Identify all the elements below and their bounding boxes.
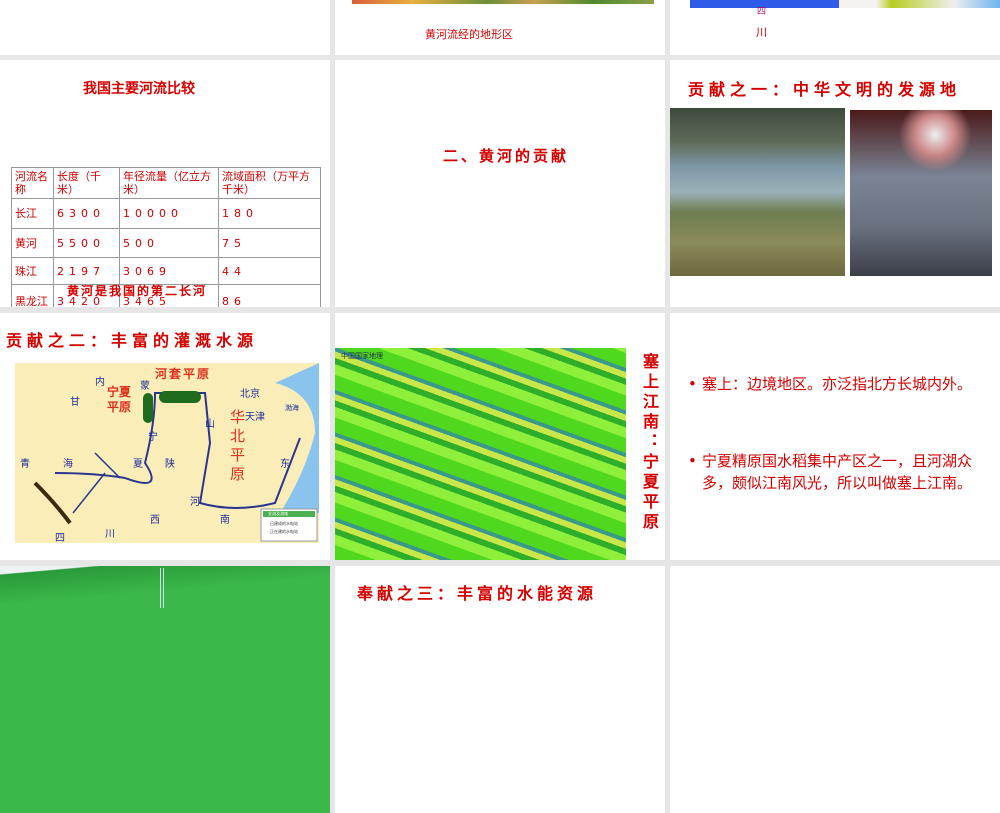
map-label: 川 — [105, 529, 115, 540]
map-label: 天津 — [245, 412, 265, 423]
slide-thumbnail-9[interactable]: 塞上：边境地区。亦泛指北方长城内外。 宁夏精原国水稻集中产区之一，且河湖众多，颇… — [670, 313, 1000, 560]
table-row: 黄河 5500 500 75 — [11, 228, 321, 258]
cell: 珠江 — [11, 257, 54, 285]
map-label: 内 — [95, 377, 105, 388]
photo-watermark: 中国国家地理 — [341, 352, 383, 360]
slide-thumbnail-8[interactable]: 中国国家地理 塞上江南：宁夏平原 — [335, 313, 665, 560]
slide-title: 贡献之一：中华文明的发源地 — [688, 80, 962, 99]
slide-thumbnail-2[interactable]: 黄河流经的地形区 — [335, 0, 665, 55]
slide-thumbnail-11[interactable]: 奉献之三：丰富的水能资源 — [335, 566, 665, 813]
cell: 长江 — [11, 198, 54, 229]
cell: 5500 — [53, 228, 120, 258]
hetao-plain-label: 河套平原 — [155, 367, 212, 381]
cell: 3069 — [119, 257, 219, 285]
map-label: 四 — [757, 7, 767, 17]
map-label: 山 — [205, 419, 215, 430]
map-label: 河 — [190, 497, 200, 508]
table-row: 长江 6300 10000 180 — [11, 198, 321, 229]
map-label: 宁 — [148, 432, 158, 443]
slide-title: 奉献之三：丰富的水能资源 — [357, 584, 598, 603]
slide-thumbnail-4[interactable]: 我国主要河流比较 河流名称 长度（千米） 年径流量（亿立方米） 流域面积（万平方… — [0, 60, 330, 307]
map-label: 渤海 — [285, 404, 299, 412]
map-label: 夏 — [133, 459, 143, 470]
map-label: 东 — [280, 459, 290, 470]
slide-thumbnail-7[interactable]: 贡献之二：丰富的灌溉水源 内 蒙 甘 宁 夏 青 海 陕 山 西 河 南 四 川… — [0, 313, 330, 560]
cell: 75 — [218, 228, 321, 258]
province-map-image — [690, 0, 1000, 8]
map-label: 甘 — [70, 397, 80, 408]
slide-footer: 黄河是我国的第二长河 — [67, 284, 208, 298]
vertical-caption: 塞上江南：宁夏平原 — [640, 353, 659, 533]
legend-item-built: 已建成的水电站 — [270, 521, 298, 526]
header-cell: 年径流量（亿立方米） — [119, 167, 219, 199]
map-label: 北京 — [240, 389, 260, 400]
slide-title: 我国主要河流比较 — [83, 81, 195, 97]
table-header-row: 河流名称 长度（千米） 年径流量（亿立方米） 流域面积（万平方千米） — [11, 167, 321, 199]
header-cell: 河流名称 — [11, 167, 54, 199]
terrain-map-image — [352, 0, 654, 4]
cell: 2197 — [53, 257, 120, 285]
map-label: 青 — [20, 459, 30, 470]
map-label: 四 — [55, 533, 65, 544]
slide-title: 贡献之二：丰富的灌溉水源 — [6, 331, 259, 350]
slide-thumbnail-12[interactable] — [670, 566, 1000, 813]
map-label: 海 — [63, 459, 73, 470]
yellow-river-irrigation-map: 内 蒙 甘 宁 夏 青 海 陕 山 西 河 南 四 川 北京 天津 东 渤海 河… — [15, 363, 319, 544]
header-cell: 长度（千米） — [53, 167, 120, 199]
map-label: 南 — [220, 515, 230, 526]
map-label: 西 — [150, 515, 160, 526]
rice-fields-photo — [335, 348, 626, 560]
bullet-item: 宁夏精原国水稻集中产区之一，且河湖众多，颇似江南风光，所以叫做塞上江南。 — [688, 450, 988, 494]
legend-item-building: 正在建的水电站 — [270, 529, 298, 534]
header-cell: 流域面积（万平方千米） — [218, 167, 321, 199]
cell: 10000 — [119, 198, 219, 229]
ningxia-plain-label: 宁夏平原 — [107, 385, 132, 414]
slide-caption: 川 — [756, 26, 767, 39]
cell: 86 — [218, 284, 321, 307]
river-pavilion-photo — [670, 108, 845, 276]
cell: 44 — [218, 257, 321, 285]
cell: 黑龙江 — [11, 284, 54, 307]
bullet-item: 塞上：边境地区。亦泛指北方长城内外。 — [688, 373, 988, 395]
north-china-plain-label: 华北平原 — [230, 408, 246, 483]
slide-thumbnail-10[interactable] — [0, 566, 330, 813]
cell: 黄河 — [11, 228, 54, 258]
terracotta-warriors-photo — [850, 110, 992, 276]
slide-thumbnail-1[interactable] — [0, 0, 330, 55]
cell: 500 — [119, 228, 219, 258]
legend-title: 支流及流域 — [268, 511, 288, 516]
slide-thumbnail-3[interactable]: 四 川 — [670, 0, 1000, 55]
slide-title: 二、黄河的贡献 — [443, 147, 570, 165]
power-pylon-icon — [160, 568, 164, 608]
map-label: 陕 — [165, 459, 175, 470]
slide-caption: 黄河流经的地形区 — [425, 28, 513, 41]
table-row: 珠江 2197 3069 44 — [11, 257, 321, 285]
slide-thumbnail-6[interactable]: 贡献之一：中华文明的发源地 — [670, 60, 1000, 307]
slide-thumbnail-5[interactable]: 二、黄河的贡献 — [335, 60, 665, 307]
map-label: 蒙 — [140, 381, 150, 392]
cell: 180 — [218, 198, 321, 229]
cell: 6300 — [53, 198, 120, 229]
